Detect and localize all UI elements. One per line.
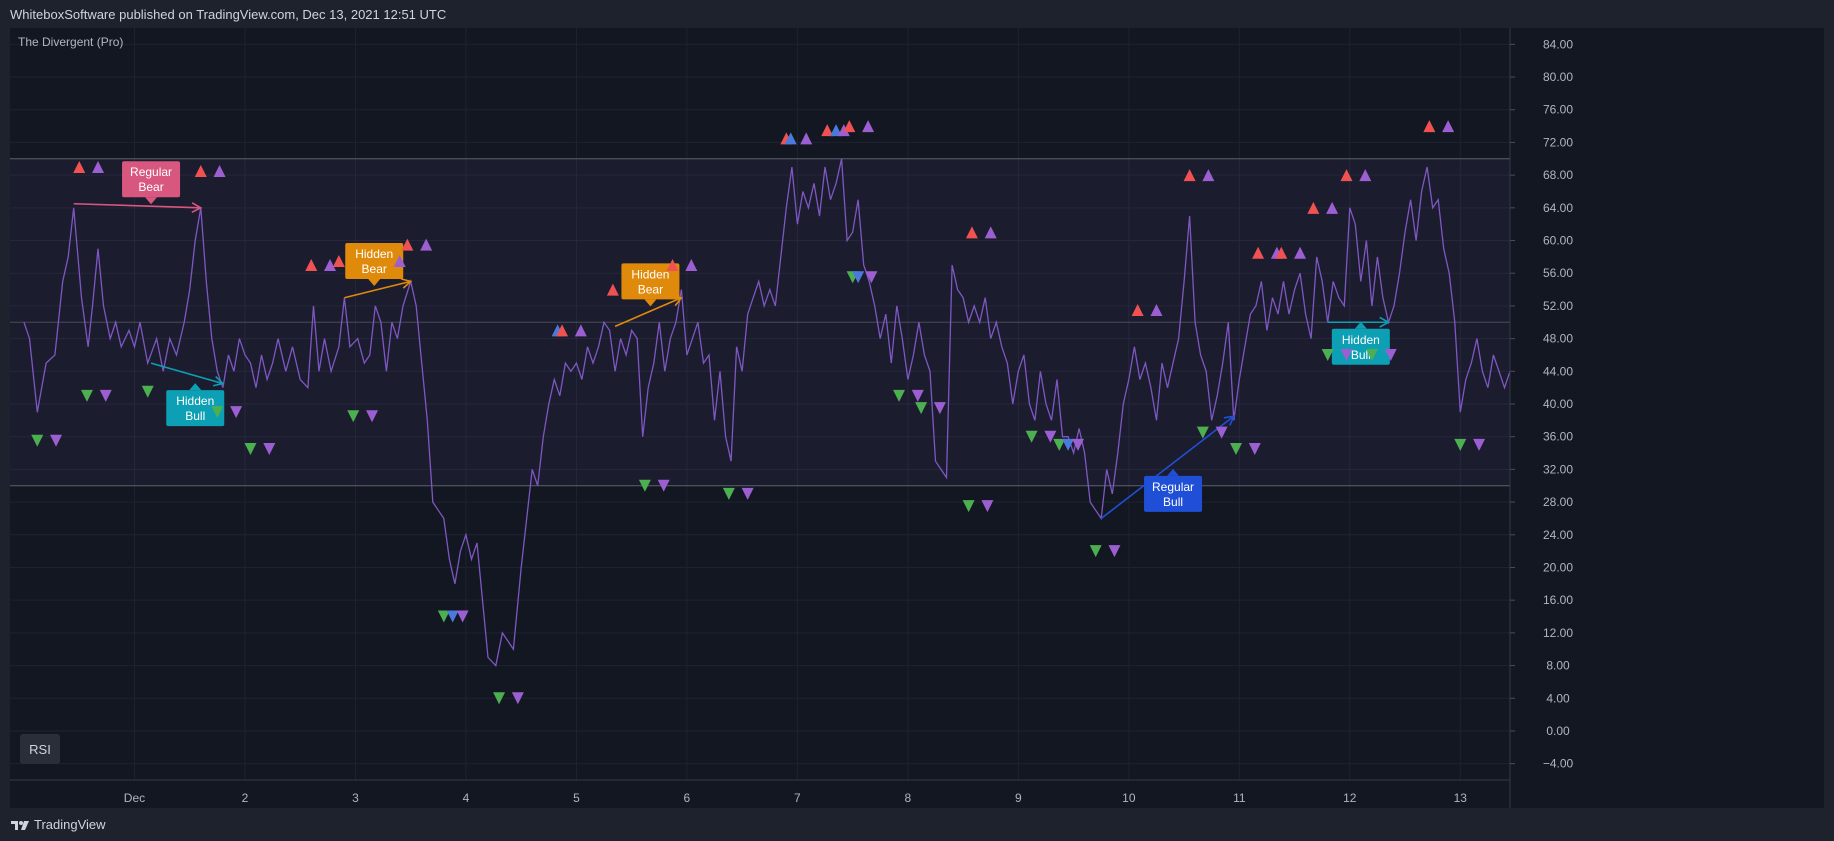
x-tick-label: 8: [905, 791, 912, 805]
y-tick-label: 24.00: [1543, 528, 1573, 542]
divergence-label-line1: Hidden: [631, 267, 669, 281]
y-tick-label: 40.00: [1543, 397, 1573, 411]
indicator-title: The Divergent (Pro): [18, 35, 124, 49]
divergence-label-line2: Bear: [362, 262, 387, 276]
divergence-label-line1: Hidden: [355, 247, 393, 261]
x-tick-label: 3: [352, 791, 359, 805]
x-tick-label: 7: [794, 791, 801, 805]
tradingview-brand[interactable]: TradingView: [10, 817, 106, 832]
y-tick-label: 68.00: [1543, 168, 1573, 182]
x-tick-label: 6: [684, 791, 691, 805]
y-tick-label: 28.00: [1543, 495, 1573, 509]
tradingview-logo-icon: [11, 820, 29, 830]
x-tick-label: 13: [1454, 791, 1468, 805]
y-tick-label: 16.00: [1543, 593, 1573, 607]
x-tick-label: 9: [1015, 791, 1022, 805]
x-tick-label: 12: [1343, 791, 1357, 805]
y-tick-label: 32.00: [1543, 462, 1573, 476]
divergence-label-line2: Bull: [185, 409, 205, 423]
rsi-chart[interactable]: RegularBearHiddenBullHiddenBear HiddenBea…: [10, 28, 1824, 808]
y-tick-label: 76.00: [1543, 103, 1573, 117]
divergence-label-line1: Regular: [130, 165, 172, 179]
x-tick-label: Dec: [124, 791, 145, 805]
y-tick-label: 20.00: [1543, 560, 1573, 574]
y-tick-label: 48.00: [1543, 332, 1573, 346]
y-tick-label: 60.00: [1543, 234, 1573, 248]
x-tick-label: 11: [1233, 791, 1246, 805]
y-tick-label: 4.00: [1546, 691, 1570, 705]
y-tick-label: −4.00: [1543, 757, 1574, 771]
y-tick-label: 52.00: [1543, 299, 1573, 313]
divergence-label-line1: Hidden: [1342, 333, 1380, 347]
published-caption: WhiteboxSoftware published on TradingVie…: [10, 7, 447, 22]
chart-pane[interactable]: Regular Bear Hidden Bull Hidden Bear Hidden Bea…: [10, 28, 1824, 808]
y-tick-label: 44.00: [1543, 364, 1573, 378]
x-tick-label: 4: [463, 791, 470, 805]
x-tick-label: 10: [1122, 791, 1136, 805]
y-tick-label: 80.00: [1543, 70, 1573, 84]
brand-name: TradingView: [34, 817, 106, 832]
y-tick-label: 84.00: [1543, 37, 1573, 51]
x-tick-label: 2: [242, 791, 249, 805]
rsi-bands: [10, 158, 1510, 487]
y-tick-label: 8.00: [1546, 659, 1570, 673]
y-tick-label: 64.00: [1543, 201, 1573, 215]
divergence-label-line1: Hidden: [176, 394, 214, 408]
bottom-bar: TradingView: [0, 808, 1834, 841]
y-tick-label: 0.00: [1546, 724, 1570, 738]
y-tick-label: 36.00: [1543, 430, 1573, 444]
x-tick-label: 5: [573, 791, 580, 805]
y-tick-label: 56.00: [1543, 266, 1573, 280]
rsi-pane-badge[interactable]: RSI: [20, 734, 60, 764]
divergence-label-line2: Bear: [638, 282, 663, 296]
y-tick-label: 72.00: [1543, 135, 1573, 149]
divergence-label-line1: Regular: [1152, 480, 1194, 494]
divergence-label-line2: Bear: [138, 180, 163, 194]
top-bar: WhiteboxSoftware published on TradingVie…: [0, 0, 1834, 28]
divergence-label-line2: Bull: [1163, 495, 1183, 509]
y-tick-label: 12.00: [1543, 626, 1573, 640]
